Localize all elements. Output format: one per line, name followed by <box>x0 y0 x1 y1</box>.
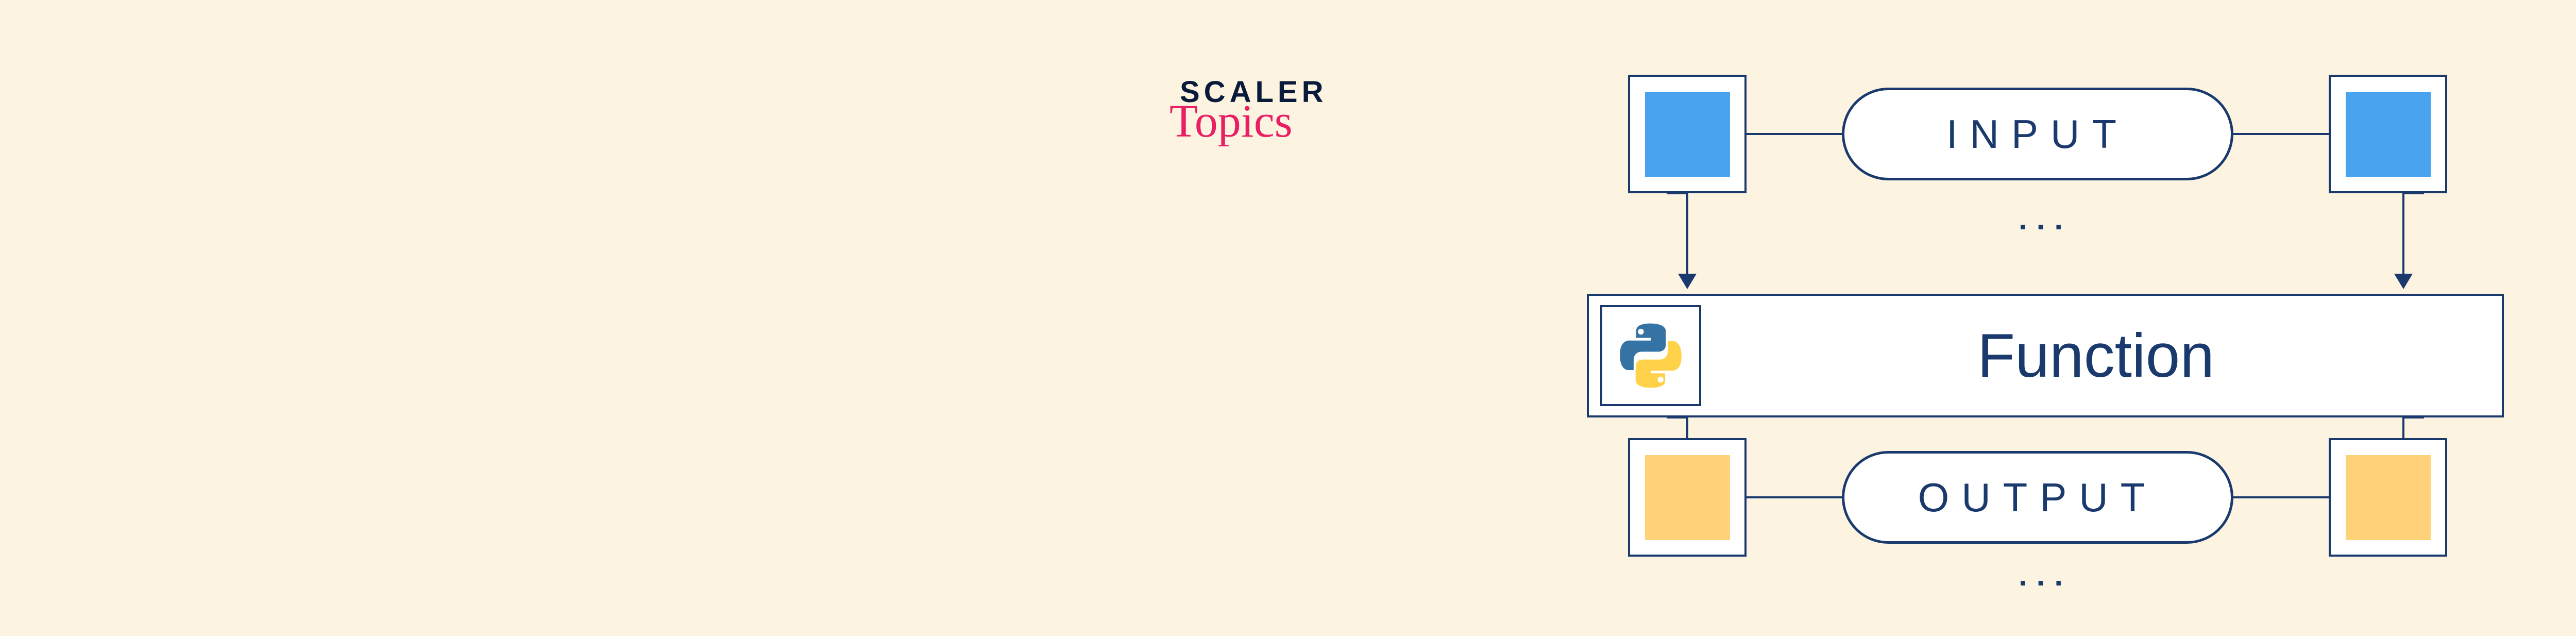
python-icon <box>1615 320 1687 392</box>
output-ellipsis: ... <box>2019 557 2072 593</box>
output-connector-right <box>2233 496 2329 498</box>
arrow-tl-h <box>1667 192 1687 194</box>
arrow-tr-v <box>2402 192 2404 275</box>
function-diagram: INPUT ... Function OUTPUT <box>1587 75 2504 557</box>
input-label: INPUT <box>1946 111 2129 158</box>
arrow-tl-head <box>1678 274 1697 289</box>
input-connector-left <box>1747 133 1842 135</box>
python-icon-box <box>1600 305 1701 406</box>
function-bar: Function <box>1587 294 2504 417</box>
function-label: Function <box>1701 320 2490 391</box>
input-box-right-fill <box>2346 92 2431 177</box>
output-box-left <box>1628 438 1747 557</box>
input-box-right <box>2329 75 2447 193</box>
logo-topics-text: Topics <box>1170 103 1293 140</box>
output-box-right <box>2329 438 2447 557</box>
output-box-left-fill <box>1645 455 1730 540</box>
input-connector-right <box>2233 133 2329 135</box>
output-box-right-fill <box>2346 455 2431 540</box>
arrow-bl-h <box>1667 416 1687 419</box>
arrow-br-h <box>2403 416 2424 419</box>
output-row: OUTPUT ... <box>1628 438 2463 557</box>
arrow-tr-head <box>2394 274 2413 289</box>
arrow-tl-v <box>1686 192 1688 275</box>
output-connector-left <box>1747 496 1842 498</box>
input-row: INPUT ... <box>1628 75 2463 193</box>
input-pill: INPUT <box>1842 88 2233 180</box>
input-box-left-fill <box>1645 92 1730 177</box>
output-pill: OUTPUT <box>1842 451 2233 544</box>
input-box-left <box>1628 75 1747 193</box>
scaler-topics-logo: SCALER Topics <box>1180 77 1327 140</box>
input-ellipsis: ... <box>2019 201 2072 237</box>
output-label: OUTPUT <box>1918 474 2158 521</box>
arrow-tr-h <box>2403 192 2424 194</box>
